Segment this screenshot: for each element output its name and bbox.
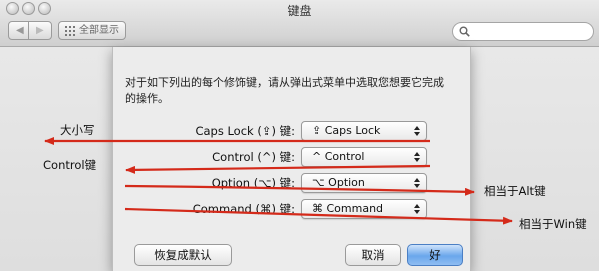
nav-divider: [28, 21, 29, 40]
show-all-button[interactable]: 全部显示: [58, 21, 126, 40]
popup-arrows-icon: [414, 178, 420, 188]
restore-defaults-button[interactable]: 恢复成默认: [134, 244, 232, 266]
option-key-label: Option (⌥) 键:: [211, 176, 295, 190]
popup-arrows-icon: [414, 204, 420, 214]
cancel-button[interactable]: 取消: [345, 244, 401, 266]
command-popup-value: ⌘ Command: [312, 202, 384, 215]
popup-arrows-icon: [414, 152, 420, 162]
search-icon: [459, 26, 470, 37]
control-key-label: Control (^) 键:: [212, 150, 295, 164]
option-annotation-text: 相当于Alt键: [484, 184, 546, 198]
window-title: 键盘: [287, 4, 312, 18]
caps-lock-annotation-text: 大小写: [60, 123, 95, 137]
option-popup[interactable]: ⌥ Option: [301, 173, 427, 193]
title-bar: 键盘 ◀ ▶ 全部显示: [0, 0, 599, 47]
modifier-keys-sheet: 对于如下列出的每个修饰键，请从弹出式菜单中选取您想要它完成的操作。 Caps L…: [112, 47, 471, 271]
forward-arrow-icon[interactable]: ▶: [36, 22, 44, 39]
back-forward-buttons[interactable]: ◀ ▶: [8, 21, 52, 40]
control-annotation-text: Control键: [43, 158, 97, 172]
sheet-instruction: 对于如下列出的每个修饰键，请从弹出式菜单中选取您想要它完成的操作。: [125, 76, 444, 105]
control-popup[interactable]: ^ Control: [301, 147, 427, 167]
command-annotation-text: 相当于Win键: [519, 217, 587, 231]
command-popup[interactable]: ⌘ Command: [301, 199, 427, 219]
option-popup-value: ⌥ Option: [312, 176, 365, 189]
caps-lock-popup-value: ⇪ Caps Lock: [312, 124, 381, 137]
ok-button[interactable]: 好: [407, 244, 463, 266]
control-popup-value: ^ Control: [312, 150, 365, 163]
popup-arrows-icon: [414, 126, 420, 136]
grid-icon: [65, 26, 75, 36]
show-all-label: 全部显示: [79, 25, 119, 36]
caps-lock-key-label: Caps Lock (⇪) 键:: [195, 124, 295, 138]
caps-lock-popup[interactable]: ⇪ Caps Lock: [301, 121, 427, 141]
command-key-label: Command (⌘) 键:: [192, 202, 295, 216]
back-arrow-icon[interactable]: ◀: [16, 22, 24, 39]
search-field[interactable]: [452, 22, 594, 41]
